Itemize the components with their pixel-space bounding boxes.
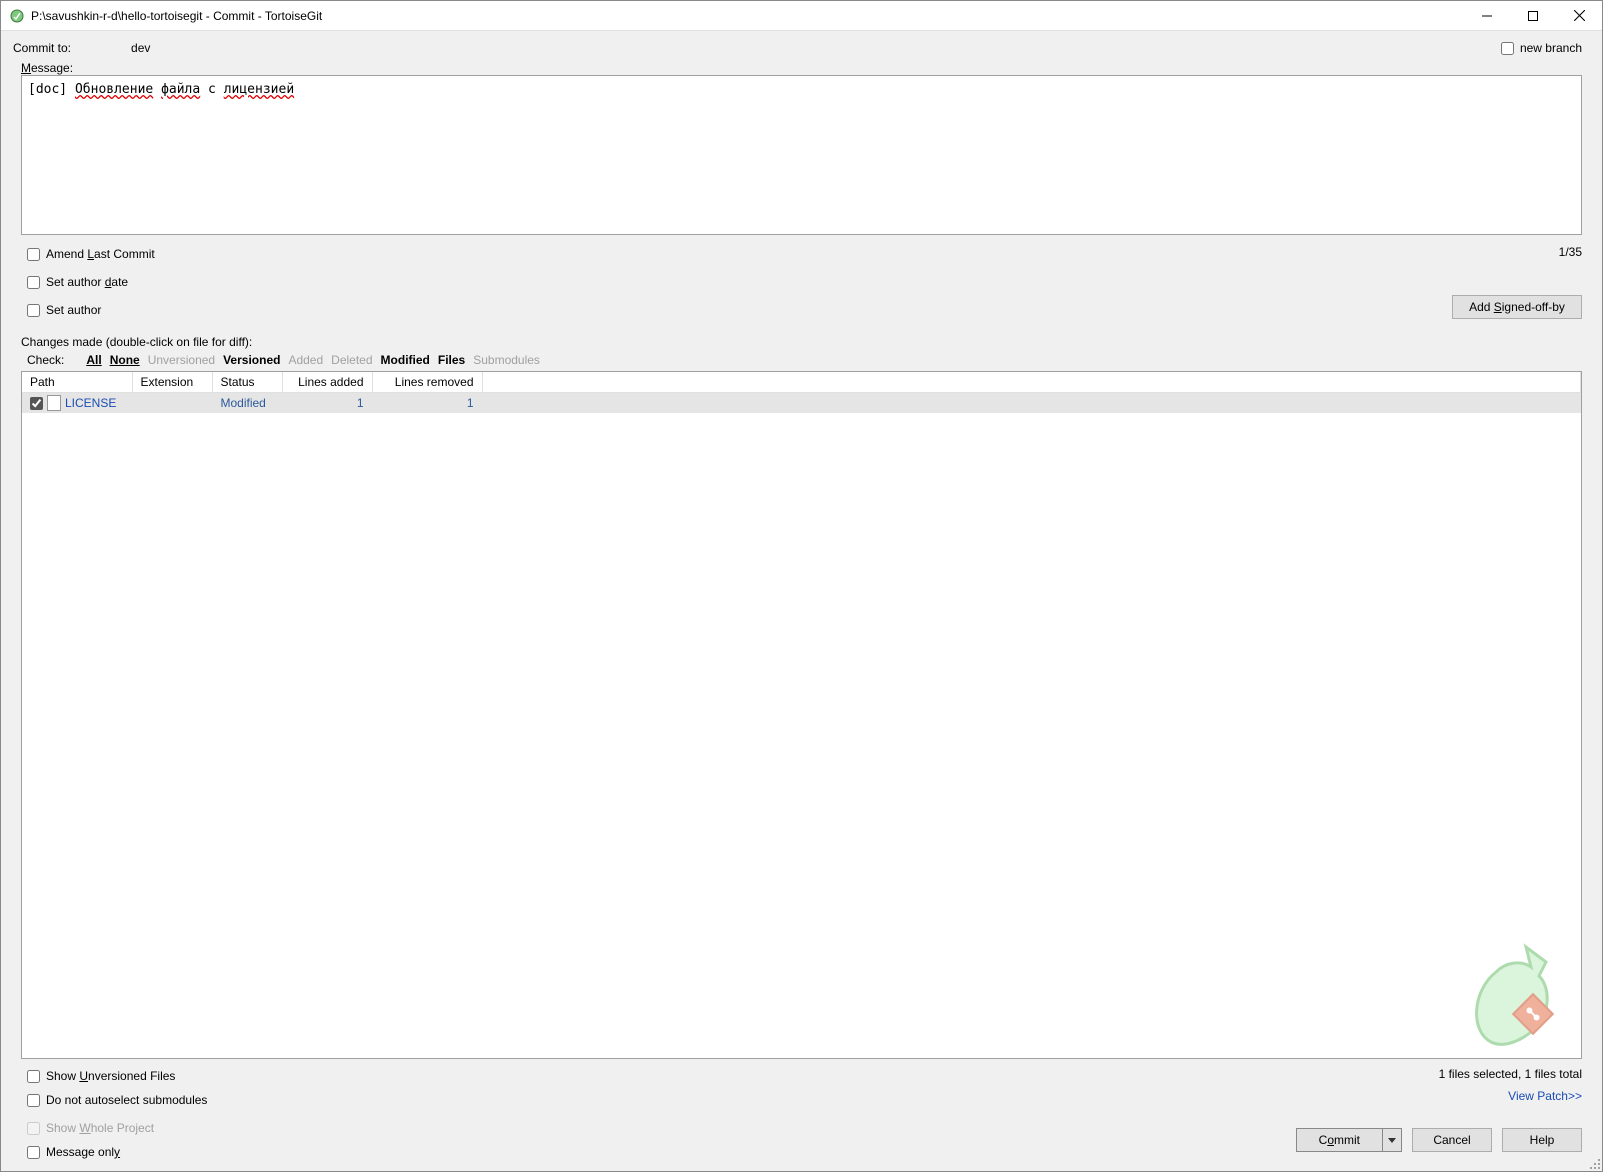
show-unversioned-label: Show Unversioned Files — [46, 1069, 175, 1083]
filter-modified[interactable]: Modified — [381, 353, 430, 367]
check-label: Check: — [27, 353, 64, 367]
commit-dropdown-button[interactable] — [1382, 1128, 1402, 1152]
help-button[interactable]: Help — [1502, 1128, 1582, 1152]
amend-checkbox[interactable]: Amend Last Commit — [27, 245, 155, 263]
filter-versioned[interactable]: Versioned — [223, 353, 280, 367]
amend-label: Amend Last Commit — [46, 247, 155, 261]
file-row-checkbox[interactable] — [30, 397, 43, 410]
file-lines-removed: 1 — [372, 393, 482, 414]
message-label: Message: — [21, 61, 1582, 75]
commit-dialog: P:\savushkin-r-d\hello-tortoisegit - Com… — [0, 0, 1603, 1172]
show-whole-project-label: Show Whole Project — [46, 1121, 154, 1135]
set-author-date-checkbox[interactable]: Set author date — [27, 273, 155, 291]
col-filler — [482, 372, 1581, 393]
filter-submodules[interactable]: Submodules — [473, 353, 540, 367]
files-selected-status: 1 files selected, 1 files total — [1439, 1067, 1582, 1081]
resize-grip-icon[interactable] — [1587, 1156, 1601, 1170]
titlebar: P:\savushkin-r-d\hello-tortoisegit - Com… — [1, 1, 1602, 31]
col-status[interactable]: Status — [212, 372, 282, 393]
file-extension — [132, 393, 212, 414]
col-path[interactable]: Path — [22, 372, 132, 393]
file-row[interactable]: LICENSE Modified 1 1 — [22, 393, 1581, 414]
below-message-row: Amend Last Commit Set author date Set au… — [1, 239, 1602, 327]
show-unversioned-checkbox-input[interactable] — [27, 1070, 40, 1083]
commit-split-button[interactable]: Commit — [1296, 1128, 1402, 1152]
add-signed-off-by-button[interactable]: Add Signed-off-by — [1452, 295, 1582, 319]
filter-files[interactable]: Files — [438, 353, 465, 367]
amend-checkbox-input[interactable] — [27, 248, 40, 261]
below-list-row: Show Unversioned Files Do not autoselect… — [1, 1059, 1602, 1113]
filter-added[interactable]: Added — [288, 353, 323, 367]
window-controls — [1464, 1, 1602, 30]
set-author-label: Set author — [46, 303, 101, 317]
check-filter-row: Check: All None Unversioned Versioned Ad… — [1, 351, 1602, 371]
cancel-button[interactable]: Cancel — [1412, 1128, 1492, 1152]
file-path: LICENSE — [65, 396, 116, 410]
commit-to-label: Commit to: — [13, 41, 71, 55]
message-counter: 1/35 — [1559, 245, 1582, 259]
filter-deleted[interactable]: Deleted — [331, 353, 372, 367]
commit-button[interactable]: Commit — [1296, 1128, 1382, 1152]
view-patch-link[interactable]: View Patch>> — [1508, 1089, 1582, 1103]
tortoisegit-watermark-icon — [1451, 932, 1571, 1052]
maximize-button[interactable] — [1510, 1, 1556, 30]
message-only-checkbox-input[interactable] — [27, 1146, 40, 1159]
commit-message-input[interactable]: [doc] Обновление файла с лицензией — [21, 75, 1582, 235]
file-lines-added: 1 — [282, 393, 372, 414]
show-whole-project-checkbox-input — [27, 1122, 40, 1135]
new-branch-checkbox[interactable]: new branch — [1501, 39, 1582, 57]
window-title: P:\savushkin-r-d\hello-tortoisegit - Com… — [31, 9, 1464, 23]
no-autoselect-submodules-checkbox-input[interactable] — [27, 1094, 40, 1107]
filter-unversioned[interactable]: Unversioned — [148, 353, 215, 367]
commit-to-row: Commit to: dev new branch — [1, 31, 1602, 61]
minimize-button[interactable] — [1464, 1, 1510, 30]
set-author-checkbox-input[interactable] — [27, 304, 40, 317]
message-only-checkbox[interactable]: Message only — [27, 1143, 154, 1161]
show-whole-project-checkbox: Show Whole Project — [27, 1119, 154, 1137]
col-extension[interactable]: Extension — [132, 372, 212, 393]
set-author-date-checkbox-input[interactable] — [27, 276, 40, 289]
col-lines-removed[interactable]: Lines removed — [372, 372, 482, 393]
show-unversioned-checkbox[interactable]: Show Unversioned Files — [27, 1067, 207, 1085]
file-list-header: Path Extension Status Lines added Lines … — [22, 372, 1581, 393]
app-icon — [9, 8, 25, 24]
client-area: Commit to: dev new branch Message: [doc]… — [1, 31, 1602, 1171]
filter-all[interactable]: All — [86, 353, 101, 367]
file-status: Modified — [212, 393, 282, 414]
new-branch-checkbox-input[interactable] — [1501, 42, 1514, 55]
col-lines-added[interactable]: Lines added — [282, 372, 372, 393]
set-author-date-label: Set author date — [46, 275, 128, 289]
set-author-checkbox[interactable]: Set author — [27, 301, 155, 319]
new-branch-label: new branch — [1520, 41, 1582, 55]
changes-made-label: Changes made (double-click on file for d… — [1, 327, 1602, 351]
branch-name: dev — [131, 41, 150, 55]
chevron-down-icon — [1388, 1138, 1396, 1143]
bottom-bar: Show Whole Project Message only Commit C… — [1, 1113, 1602, 1171]
filter-none[interactable]: None — [110, 353, 140, 367]
message-group: Message: [doc] Обновление файла с лиценз… — [1, 61, 1602, 239]
no-autoselect-submodules-checkbox[interactable]: Do not autoselect submodules — [27, 1091, 207, 1109]
close-button[interactable] — [1556, 1, 1602, 30]
file-icon — [47, 395, 61, 411]
message-only-label: Message only — [46, 1145, 120, 1159]
file-list[interactable]: Path Extension Status Lines added Lines … — [21, 371, 1582, 1059]
no-autoselect-submodules-label: Do not autoselect submodules — [46, 1093, 207, 1107]
